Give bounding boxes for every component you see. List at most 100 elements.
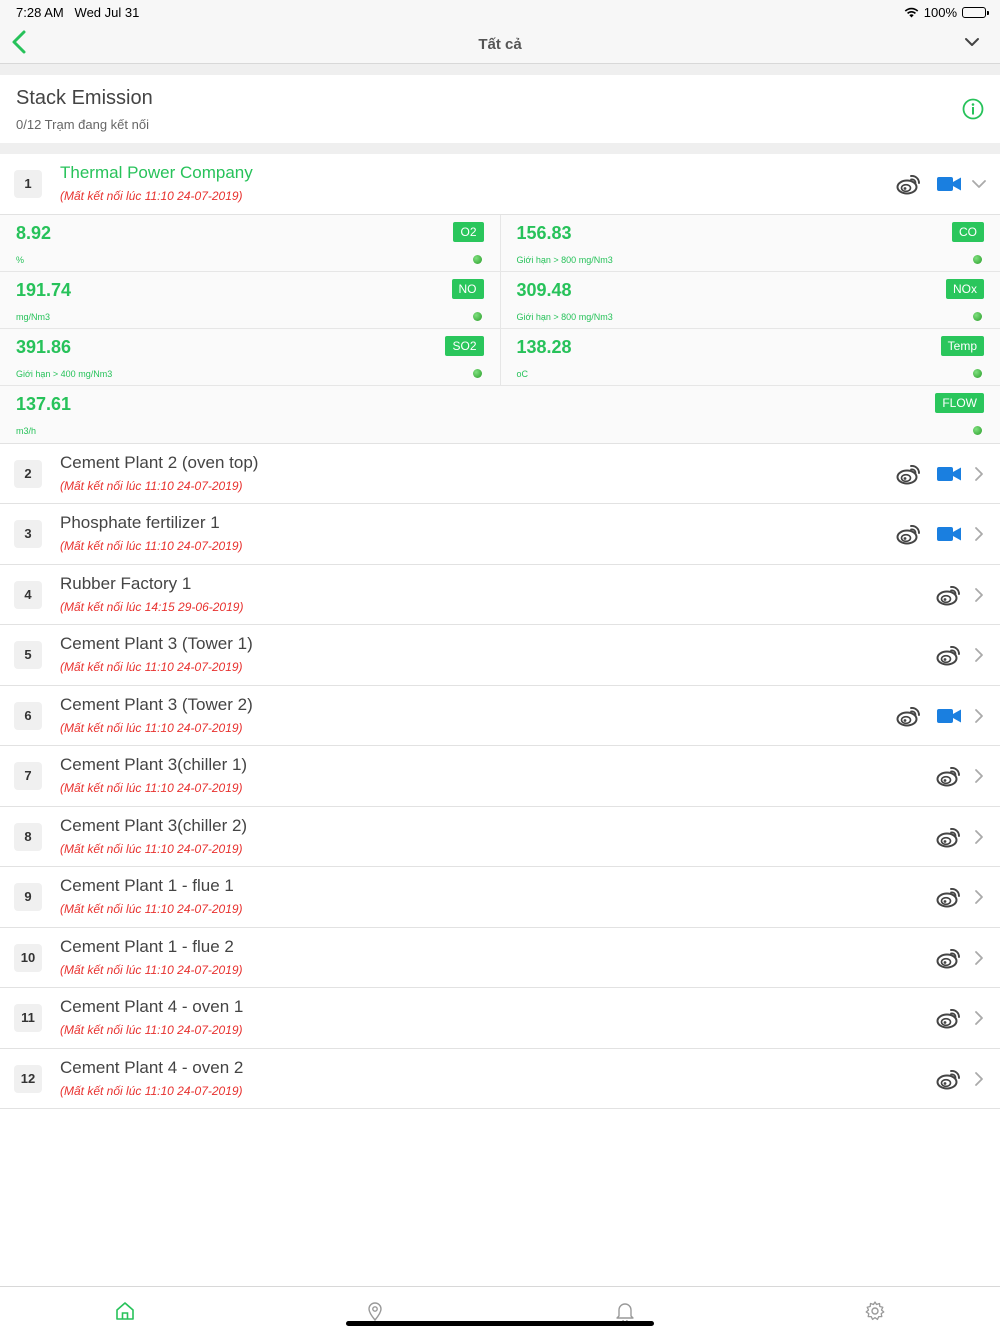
metric-tag: NOx: [946, 278, 984, 299]
station-row[interactable]: 4 Rubber Factory 1 (Mất kết nối lúc 14:15 …: [0, 564, 1000, 625]
weibo-icon[interactable]: [936, 1068, 962, 1090]
station-name: Cement Plant 3 (Tower 1): [60, 634, 253, 653]
map-pin-icon[interactable]: [364, 1300, 386, 1322]
station-name: Cement Plant 3 (Tower 2): [60, 694, 253, 714]
metric-cell[interactable]: 8.92 % O2: [0, 214, 501, 271]
station-row[interactable]: 11 Cement Plant 4 - oven 1 (Mất kết nối lú…: [0, 988, 1000, 1049]
station-number: 9: [14, 883, 42, 911]
station-name: Cement Plant 1 - flue 2: [60, 936, 234, 956]
page-title: Stack Emission: [16, 87, 153, 109]
status-dot: [472, 254, 482, 264]
weibo-icon[interactable]: [896, 523, 922, 545]
station-number: 6: [14, 701, 42, 730]
chevron-right-icon[interactable]: [972, 889, 986, 905]
home-icon[interactable]: [114, 1300, 136, 1322]
metric-cell[interactable]: 156.83 Giới hạn > 800 mg/Nm3 CO: [501, 215, 1000, 271]
section-header: Stack Emission 0/12 Trạm đang kết nối: [0, 75, 1000, 143]
weibo-icon[interactable]: [936, 947, 962, 969]
metric-value: 138.28: [516, 336, 572, 357]
metric-unit: m3/h: [16, 425, 37, 436]
chevron-right-icon[interactable]: [972, 950, 986, 966]
station-number: 11: [14, 1004, 42, 1032]
bell-icon[interactable]: [614, 1300, 636, 1322]
station-name: Cement Plant 4 - oven 2: [60, 1057, 244, 1077]
metric-value: 8.92: [16, 222, 52, 243]
video-camera-icon[interactable]: [936, 174, 962, 194]
chevron-right-icon[interactable]: [972, 587, 986, 603]
chevron-right-icon[interactable]: [972, 526, 986, 542]
weibo-icon[interactable]: [936, 584, 962, 606]
home-indicator: [346, 1321, 654, 1326]
chevron-right-icon[interactable]: [972, 768, 986, 784]
weibo-icon[interactable]: [936, 826, 962, 848]
weibo-icon[interactable]: [896, 173, 922, 195]
chevron-right-icon[interactable]: [972, 708, 986, 724]
metric-row: 191.74 mg/Nm3 NO 309.48 Giới hạn > 800 m…: [0, 271, 1000, 329]
chevron-right-icon[interactable]: [972, 829, 986, 845]
metric-cell[interactable]: 137.61 m3/h FLOW: [0, 386, 1000, 443]
station-name: Cement Plant 4 - oven 1: [60, 997, 244, 1016]
metric-unit: Giới hạn > 800 mg/Nm3: [516, 254, 613, 265]
metric-unit: oC: [516, 368, 529, 379]
station-row[interactable]: 5 Cement Plant 3 (Tower 1) (Mất kết nối lú…: [0, 625, 1000, 686]
metric-cell[interactable]: 309.48 Giới hạn > 800 mg/Nm3 NOx: [501, 272, 1000, 328]
metric-tag: FLOW: [935, 392, 984, 413]
gear-icon[interactable]: [864, 1300, 886, 1322]
nav-title[interactable]: Tất cả: [0, 36, 1000, 53]
station-row[interactable]: 3 Phosphate fertilizer 1 (Mất kết nối lúc …: [0, 504, 1000, 565]
metric-row: 8.92 % O2 156.83 Giới hạn > 800 mg/Nm3 C…: [0, 214, 1000, 272]
station-status: (Mất kết nối lúc 11:10 24-07-2019): [60, 539, 243, 553]
station-status: (Mất kết nối lúc 11:10 24-07-2019): [60, 902, 243, 916]
station-row[interactable]: 9 Cement Plant 1 - flue 1 (Mất kết nối lúc…: [0, 867, 1000, 928]
station-status: (Mất kết nối lúc 14:15 29-06-2019): [60, 599, 244, 614]
station-row[interactable]: 1 Thermal Power Company (Mất kết nối lúc 1…: [0, 154, 1000, 215]
metric-tag: NO: [451, 278, 484, 299]
station-name: Rubber Factory 1: [60, 573, 192, 593]
metric-row: 137.61 m3/h FLOW: [0, 386, 1000, 443]
info-icon[interactable]: [962, 98, 984, 120]
station-row[interactable]: 10 Cement Plant 1 - flue 2 (Mất kết nối lú…: [0, 927, 1000, 988]
station-name: Phosphate fertilizer 1: [60, 513, 220, 532]
video-camera-icon[interactable]: [936, 524, 962, 544]
video-camera-icon[interactable]: [936, 464, 962, 484]
station-status: (Mất kết nối lúc 11:10 24-07-2019): [60, 962, 243, 977]
station-number: 12: [14, 1064, 42, 1093]
chevron-right-icon[interactable]: [972, 1010, 986, 1026]
weibo-icon[interactable]: [896, 463, 922, 485]
weibo-icon[interactable]: [896, 705, 922, 727]
metric-tag: Temp: [940, 335, 984, 356]
station-status: (Mất kết nối lúc 11:10 24-07-2019): [60, 660, 243, 674]
status-dot: [973, 311, 982, 321]
metric-cell[interactable]: 191.74 mg/Nm3 NO: [0, 271, 501, 328]
chevron-right-icon[interactable]: [972, 466, 986, 482]
nav-bar: Tất cả: [0, 24, 1000, 64]
chevron-right-icon[interactable]: [972, 1071, 986, 1087]
station-name: Cement Plant 3(chiller 2): [60, 815, 248, 835]
status-dot: [973, 254, 982, 264]
weibo-icon[interactable]: [936, 765, 962, 787]
station-name: Cement Plant 1 - flue 1: [60, 876, 234, 895]
metric-cell[interactable]: 138.28 oC Temp: [501, 329, 1000, 385]
chevron-down-icon[interactable]: [962, 32, 982, 52]
station-row[interactable]: 8 Cement Plant 3(chiller 2) (Mất kết nối l…: [0, 806, 1000, 867]
weibo-icon[interactable]: [936, 1007, 962, 1029]
station-row[interactable]: 6 Cement Plant 3 (Tower 2) (Mất kết nối lú…: [0, 685, 1000, 746]
status-dot: [973, 368, 982, 378]
status-bar: 7:28 AM Wed Jul 31 100%: [0, 0, 1000, 24]
station-number: 10: [14, 943, 42, 972]
station-name: Thermal Power Company: [60, 163, 253, 182]
weibo-icon[interactable]: [936, 644, 962, 666]
weibo-icon[interactable]: [936, 886, 962, 908]
video-camera-icon[interactable]: [936, 706, 962, 726]
station-row[interactable]: 7 Cement Plant 3(chiller 1) (Mất kết nối l…: [0, 746, 1000, 807]
station-number: 2: [14, 459, 42, 488]
chevron-right-icon[interactable]: [972, 647, 986, 663]
station-name: Cement Plant 2 (oven top): [60, 452, 259, 472]
metric-cell[interactable]: 391.86 Giới hạn > 400 mg/Nm3 SO2: [0, 328, 501, 385]
chevron-down-icon[interactable]: [972, 176, 986, 192]
station-row[interactable]: 2 Cement Plant 2 (oven top) (Mất kết nối l…: [0, 443, 1000, 504]
station-number: 3: [14, 520, 42, 548]
connection-count: 0/12 Trạm đang kết nối: [16, 117, 149, 132]
station-number: 1: [14, 170, 42, 198]
station-row[interactable]: 12 Cement Plant 4 - oven 2 (Mất kết nối lú…: [0, 1048, 1000, 1109]
